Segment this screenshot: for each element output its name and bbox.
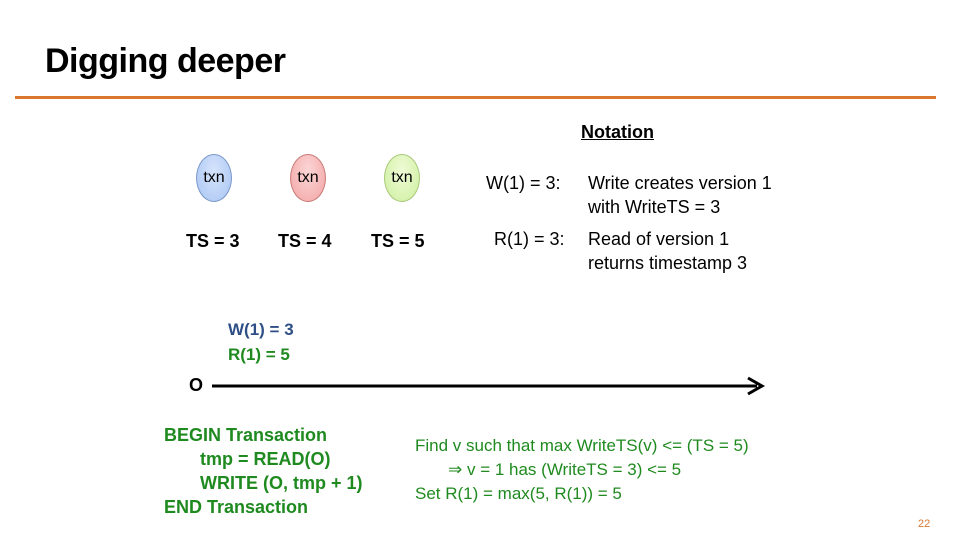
slide-title: Digging deeper [45, 42, 286, 80]
notation-desc-write-1: Write creates version 1 [588, 173, 772, 193]
notation-desc-read-1: Read of version 1 [588, 229, 730, 249]
transaction-oval-3: txn [384, 154, 420, 202]
transaction-label: txn [203, 169, 225, 186]
version-read-ts: R(1) = 5 [228, 345, 290, 364]
title-divider [15, 96, 936, 99]
transaction-label: txn [297, 169, 319, 186]
notation-desc-write-2: with WriteTS = 3 [588, 197, 721, 217]
code-line-write: WRITE (O, tmp + 1) [200, 473, 363, 493]
timeline-arrow [212, 376, 766, 396]
notation-desc-read-2: returns timestamp 3 [588, 253, 748, 273]
explanation-line-1: Find v such that max WriteTS(v) <= (TS =… [415, 436, 749, 455]
explanation-line-3: Set R(1) = max(5, R(1)) = 5 [415, 484, 622, 503]
code-line-read: tmp = READ(O) [200, 449, 331, 469]
notation-key-write: W(1) = 3: [486, 173, 561, 193]
explanation-line-2: ⇒ v = 1 has (WriteTS = 3) <= 5 [448, 460, 682, 479]
transaction-timestamp-1: TS = 3 [186, 231, 240, 251]
transaction-timestamp-3: TS = 5 [371, 231, 425, 251]
transaction-label: txn [391, 169, 413, 186]
notation-key-read: R(1) = 3: [494, 229, 565, 249]
transaction-oval-2: txn [290, 154, 326, 202]
transaction-oval-1: txn [196, 154, 232, 202]
notation-heading: Notation [581, 122, 654, 142]
object-label: O [189, 375, 204, 395]
code-line-end: END Transaction [164, 497, 309, 517]
code-line-begin: BEGIN Transaction [164, 425, 328, 445]
page-number: 22 [918, 518, 931, 530]
transaction-timestamp-2: TS = 4 [278, 231, 332, 251]
version-write-ts: W(1) = 3 [228, 320, 294, 339]
